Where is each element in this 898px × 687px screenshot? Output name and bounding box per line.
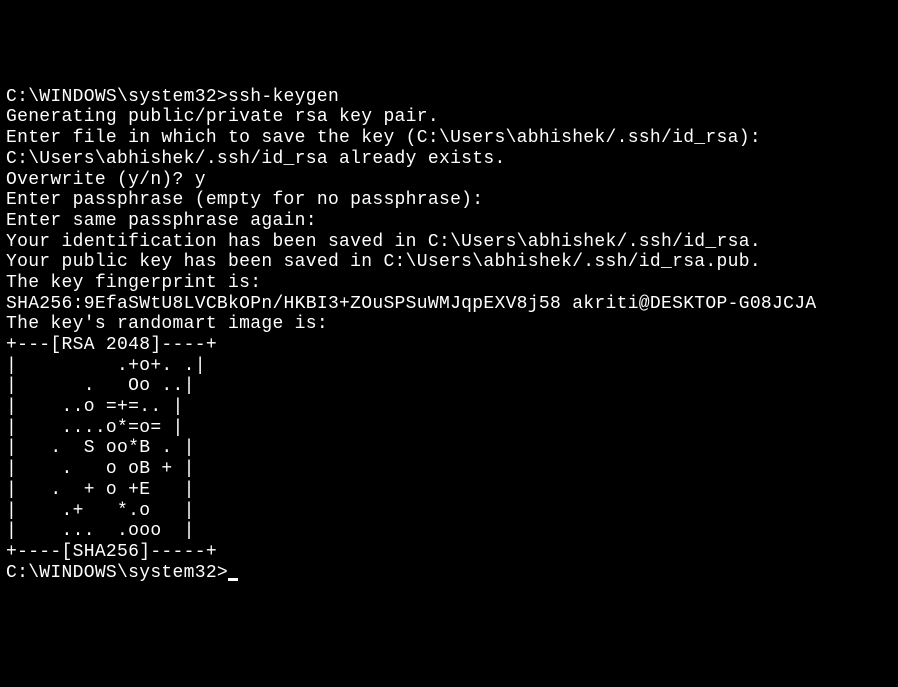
terminal-line: Your public key has been saved in C:\Use… — [6, 252, 892, 273]
terminal-line: | ..o =+=.. | — [6, 397, 892, 418]
terminal-line: Enter file in which to save the key (C:\… — [6, 128, 892, 149]
terminal-line: C:\WINDOWS\system32>ssh-keygen — [6, 87, 892, 108]
terminal-line: The key's randomart image is: — [6, 314, 892, 335]
terminal-line: | ....o*=o= | — [6, 418, 892, 439]
terminal-line: | . Oo ..| — [6, 376, 892, 397]
terminal-line: SHA256:9EfaSWtU8LVCBkOPn/HKBI3+ZOuSPSuWM… — [6, 294, 892, 315]
terminal-line: | .+ *.o | — [6, 501, 892, 522]
terminal-output[interactable]: C:\WINDOWS\system32>ssh-keygenGenerating… — [6, 87, 892, 584]
terminal-line: +----[SHA256]-----+ — [6, 542, 892, 563]
terminal-line: +---[RSA 2048]----+ — [6, 335, 892, 356]
terminal-line: | . + o +E | — [6, 480, 892, 501]
terminal-line: Your identification has been saved in C:… — [6, 232, 892, 253]
terminal-line: C:\WINDOWS\system32> — [6, 563, 892, 584]
terminal-line: The key fingerprint is: — [6, 273, 892, 294]
terminal-line: C:\Users\abhishek/.ssh/id_rsa already ex… — [6, 149, 892, 170]
cursor — [228, 578, 238, 581]
terminal-line: Enter passphrase (empty for no passphras… — [6, 190, 892, 211]
terminal-line: | . S oo*B . | — [6, 438, 892, 459]
terminal-line: | . o oB + | — [6, 459, 892, 480]
terminal-line: Overwrite (y/n)? y — [6, 170, 892, 191]
terminal-line: | .+o+. .| — [6, 356, 892, 377]
terminal-line: | ... .ooo | — [6, 521, 892, 542]
terminal-line: Generating public/private rsa key pair. — [6, 107, 892, 128]
terminal-line: Enter same passphrase again: — [6, 211, 892, 232]
